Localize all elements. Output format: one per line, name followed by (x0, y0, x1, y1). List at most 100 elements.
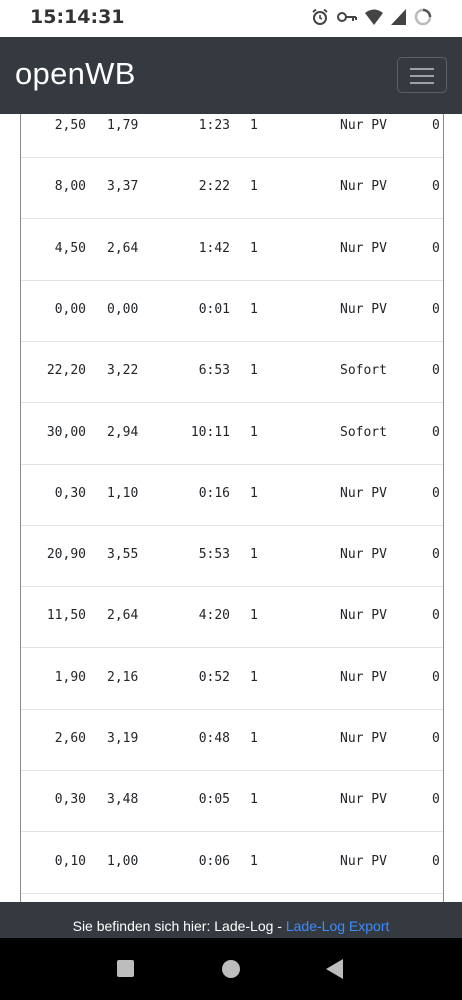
cell-count: 1 (250, 240, 258, 256)
table-row: 0,10 1,00 0:06 1 Nur PV 0 (21, 832, 443, 894)
footer-text: Sie befinden sich hier: Lade-Log - (72, 918, 286, 934)
table-row: 4,50 2,64 1:42 1 Nur PV 0 (21, 219, 443, 281)
cell-kwh: 20,90 (46, 547, 86, 563)
brand-logo[interactable]: openWB (15, 56, 136, 92)
cell-count: 1 (250, 608, 258, 624)
cell-mode: Nur PV (340, 608, 387, 624)
cell-kw: 0,00 (107, 301, 139, 317)
status-time: 15:14:31 (30, 6, 125, 28)
key-icon (337, 10, 357, 29)
cell-last: 0 (432, 363, 440, 379)
table-row: 11,50 2,64 4:20 1 Nur PV 0 (21, 586, 443, 649)
alarm-icon (311, 8, 329, 31)
table-row: 2,60 3,19 0:48 1 Nur PV 0 (21, 709, 443, 771)
cell-kwh: 0,30 (54, 792, 86, 808)
cell-kwh: 11,50 (46, 608, 86, 624)
cell-count: 1 (250, 179, 258, 195)
cell-kw: 2,94 (107, 424, 139, 440)
cell-mode: Nur PV (340, 240, 387, 256)
cell-duration: 5:53 (198, 547, 230, 563)
cell-kw: 1,10 (107, 485, 139, 501)
cell-duration: 0:06 (198, 853, 230, 869)
cell-last: 0 (432, 179, 440, 195)
lade-log-content: 2,50 1,79 1:23 1 Nur PV 0 8,00 3,37 2:22 1 Nur PV 0… (0, 114, 462, 902)
status-icons (311, 8, 432, 31)
cell-mode: Nur PV (340, 853, 387, 869)
cell-kw: 3,22 (107, 363, 139, 379)
cell-count: 1 (250, 547, 258, 563)
cell-count: 1 (250, 301, 258, 317)
back-icon[interactable] (326, 959, 343, 979)
cell-last: 0 (432, 118, 440, 133)
cell-mode: Nur PV (340, 485, 387, 501)
table-row: 8,00 3,37 2:22 1 Nur PV 0 (21, 157, 443, 220)
cell-kwh: 2,60 (54, 731, 86, 746)
cell-kw: 3,48 (107, 792, 139, 808)
table-row: 2,50 1,79 1:23 1 Nur PV 0 (21, 114, 443, 158)
cell-kw: 2,64 (107, 240, 139, 256)
cell-last: 0 (432, 240, 440, 256)
cell-kwh: 22,20 (46, 363, 86, 379)
cell-duration: 0:52 (198, 669, 230, 685)
cell-kwh: 30,00 (46, 424, 86, 440)
cell-count: 1 (250, 424, 258, 440)
cell-kwh: 0,00 (54, 301, 86, 317)
cell-count: 1 (250, 363, 258, 379)
cell-mode: Nur PV (340, 669, 387, 685)
cell-mode: Nur PV (340, 301, 387, 317)
table-row: 1,90 2,16 0:52 1 Nur PV 0 (21, 648, 443, 710)
cell-mode: Nur PV (340, 547, 387, 563)
loading-icon (414, 8, 432, 31)
cell-duration: 2:22 (198, 179, 230, 195)
cell-kw: 3,19 (107, 731, 139, 746)
cell-kw: 3,55 (107, 547, 139, 563)
cell-count: 1 (250, 792, 258, 808)
cell-duration: 0:16 (198, 485, 230, 501)
lade-log-table: 2,50 1,79 1:23 1 Nur PV 0 8,00 3,37 2:22 1 Nur PV 0… (20, 114, 444, 902)
wifi-icon (365, 9, 383, 30)
cell-duration: 0:01 (198, 301, 230, 317)
lade-log-export-link[interactable]: Lade-Log Export (286, 918, 390, 934)
cell-last: 0 (432, 485, 440, 501)
cell-count: 1 (250, 669, 258, 685)
cell-duration: 4:20 (198, 608, 230, 624)
table-row: 20,90 3,55 5:53 1 Nur PV 0 (21, 525, 443, 588)
overview-icon[interactable] (117, 960, 134, 977)
cell-duration: 1:42 (198, 240, 230, 256)
status-bar: 15:14:31 (0, 0, 462, 37)
cell-kwh: 2,50 (54, 118, 86, 133)
cell-last: 0 (432, 424, 440, 440)
cell-last: 0 (432, 669, 440, 685)
cell-kw: 1,00 (107, 853, 139, 869)
navbar: openWB (0, 37, 462, 114)
menu-toggle-button[interactable] (397, 57, 447, 93)
table-row: 0,30 1,10 0:16 1 Nur PV 0 (21, 464, 443, 526)
cell-kwh: 1,90 (54, 669, 86, 685)
cell-kwh: 4,50 (54, 240, 86, 256)
cell-duration: 0:05 (198, 792, 230, 808)
cell-mode: Nur PV (340, 118, 387, 133)
home-icon[interactable] (222, 960, 240, 978)
cell-last: 0 (432, 792, 440, 808)
table-row: 0,00 0,00 0:01 1 Nur PV 0 (21, 280, 443, 342)
cell-duration: 6:53 (198, 363, 230, 379)
cell-kwh: 8,00 (54, 179, 86, 195)
cell-kw: 1,79 (107, 118, 139, 133)
cell-last: 0 (432, 608, 440, 624)
cell-kw: 2,16 (107, 669, 139, 685)
cell-kwh: 0,30 (54, 485, 86, 501)
cell-count: 1 (250, 853, 258, 869)
cell-count: 1 (250, 118, 258, 133)
footer-breadcrumb: Sie befinden sich hier: Lade-Log - Lade-… (0, 902, 462, 938)
cell-mode: Sofort (340, 363, 387, 379)
cell-count: 1 (250, 485, 258, 501)
cell-count: 1 (250, 731, 258, 746)
cell-duration: 10:11 (190, 424, 230, 440)
cell-kw: 3,37 (107, 179, 139, 195)
cell-mode: Nur PV (340, 179, 387, 195)
cell-duration: 0:48 (198, 731, 230, 746)
table-row: 30,00 2,94 10:11 1 Sofort 0 (21, 403, 443, 465)
cell-kw: 2,64 (107, 608, 139, 624)
cell-kwh: 0,10 (54, 853, 86, 869)
signal-icon (391, 8, 406, 30)
